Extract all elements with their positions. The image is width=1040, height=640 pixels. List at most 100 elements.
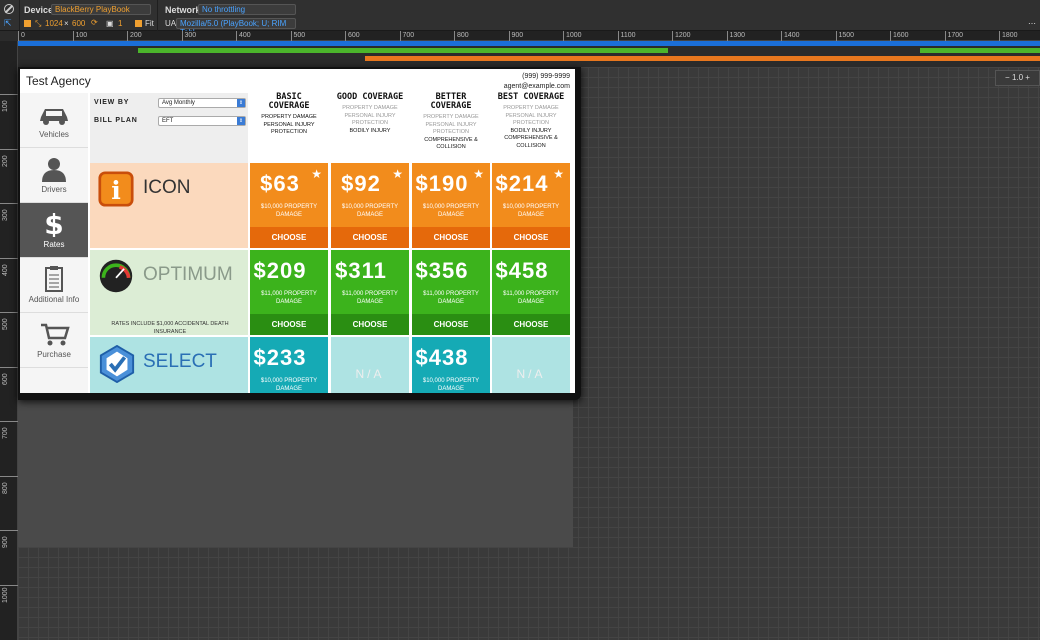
star-icon[interactable]: ★ — [311, 167, 322, 181]
nav-vehicles[interactable]: Vehicles — [20, 93, 88, 148]
plan-brand: i ICON — [98, 171, 248, 207]
star-icon[interactable]: ★ — [553, 167, 564, 181]
fit-label: Fit — [145, 19, 154, 28]
ruler-top-tick: 1800 — [999, 31, 1018, 41]
rate-cell[interactable]: $438$10,000 PROPERTY DAMAGECHOOSE — [412, 337, 490, 393]
rate-cell[interactable]: $214 ★ $10,000 PROPERTY DAMAGE CHOOSE — [492, 163, 570, 248]
rate-price: $458 — [495, 258, 549, 283]
ruler-top-tick: 200 — [127, 31, 142, 41]
device-label: Device — [24, 5, 54, 15]
plan-note: RATES INCLUDE $1,000 ACCIDENTAL DEATH IN… — [111, 321, 229, 335]
cart-icon — [41, 323, 70, 346]
plan-brand: OPTIMUM — [98, 258, 248, 293]
choose-button[interactable]: CHOOSE — [250, 227, 328, 248]
ruler-top-tick: 900 — [508, 31, 523, 41]
ruler-left-label: 700 — [2, 427, 9, 439]
star-icon[interactable]: ★ — [392, 167, 403, 181]
ruler-top-tick: 1000 — [563, 31, 582, 41]
ruler-top-tick: 300 — [181, 31, 196, 41]
ua-field[interactable]: Mozilla/5.0 (PlayBook; U; RIM Tabl… — [176, 18, 296, 37]
coverage-feature-included: PROTECTION — [270, 129, 308, 135]
ruler-top: 0 100 200 300 400 500 600 700 800 900 1000 1100 1200… — [18, 31, 1040, 41]
view-by-select[interactable]: Avg Monthly ⇕ — [158, 98, 246, 108]
resolution-checkbox[interactable] — [24, 20, 31, 27]
bill-plan-value: EFT — [162, 118, 174, 124]
choose-button[interactable]: CHOOSE — [492, 314, 570, 335]
rate-cell[interactable]: $63 ★ $10,000 PROPERTY DAMAGE CHOOSE — [250, 163, 328, 248]
coverage-title: GOOD COVERAGE — [336, 92, 404, 102]
rate-cell[interactable]: $233$10,000 PROPERTY DAMAGECHOOSE — [250, 337, 328, 393]
resize-icon: ⤡ — [35, 19, 42, 28]
height-value[interactable]: 600 — [72, 19, 85, 28]
ruler-top-tick: 700 — [399, 31, 414, 41]
coverage-title: BEST COVERAGE — [497, 92, 565, 102]
coverage-feature-included: COLLISION — [436, 144, 466, 150]
swap-dimensions-icon[interactable]: ⟳ — [91, 18, 98, 27]
dpr-value[interactable]: 1 — [118, 19, 122, 28]
rate-cell-unavailable: N/A — [331, 337, 409, 393]
ua-label: UA — [165, 19, 177, 28]
more-icon[interactable]: ⋯ — [1028, 19, 1036, 28]
mobile-toggle-icon[interactable]: ⇱ — [4, 18, 12, 29]
rate-price: $233 — [253, 345, 307, 370]
rate-price: $190 — [415, 171, 469, 196]
nav-purchase[interactable]: Purchase — [20, 313, 88, 368]
ruler-left-tick: 100 — [0, 94, 18, 148]
coverage-feature-included: PERSONAL INJURY — [263, 121, 315, 128]
rate-cell[interactable]: $458 $11,000 PROPERTY DAMAGE CHOOSE — [492, 250, 570, 335]
media-query-bar-min-width-b[interactable] — [920, 48, 1040, 53]
agency-phone[interactable]: (999) 999-9999 — [504, 72, 570, 82]
zoom-out-button[interactable]: − — [1005, 73, 1010, 82]
coverage-feature-excluded: PROTECTION — [351, 120, 389, 126]
plan-row-icon: i ICON — [90, 163, 248, 248]
rate-description: $10,000 PROPERTY DAMAGE — [341, 204, 399, 218]
fit-checkbox[interactable] — [135, 20, 142, 27]
not-available-label: N/A — [355, 367, 385, 381]
rate-cell[interactable]: $190 ★ $10,000 PROPERTY DAMAGE CHOOSE — [412, 163, 490, 248]
rate-price: $438 — [415, 345, 469, 370]
rate-description: $10,000 PROPERTY DAMAGE — [502, 204, 560, 218]
choose-button[interactable]: CHOOSE — [492, 227, 570, 248]
rate-cell[interactable]: $356 $11,000 PROPERTY DAMAGE CHOOSE — [412, 250, 490, 335]
coverage-feature-excluded: PROPERTY DAMAGE — [342, 105, 398, 111]
width-value[interactable]: 1024 — [45, 19, 63, 28]
ruler-top-tick: 1100 — [617, 31, 636, 41]
device-select[interactable]: BlackBerry PlayBook — [51, 4, 151, 15]
ruler-left-label: 400 — [2, 263, 9, 276]
nav-label: Rates — [43, 240, 65, 249]
choose-button[interactable]: CHOOSE — [250, 314, 328, 335]
choose-button[interactable]: CHOOSE — [412, 314, 490, 335]
ruler-left-tick: 500 — [0, 312, 18, 366]
select-arrow-icon: ⇕ — [237, 99, 245, 107]
coverage-title-line2: COVERAGE — [268, 101, 310, 111]
rate-cell[interactable]: $311 $11,000 PROPERTY DAMAGE CHOOSE — [331, 250, 409, 335]
choose-button[interactable]: CHOOSE — [331, 314, 409, 335]
rate-cell[interactable]: $209 $11,000 PROPERTY DAMAGE CHOOSE — [250, 250, 328, 335]
choose-button[interactable]: CHOOSE — [412, 227, 490, 248]
ruler-left-tick: 900 — [0, 530, 18, 584]
plan-row-optimum: OPTIMUM RATES INCLUDE $1,000 ACCIDENTAL D… — [90, 250, 248, 335]
ruler-top-tick: 400 — [236, 31, 251, 41]
network-select[interactable]: No throttling — [198, 4, 296, 15]
star-icon[interactable]: ★ — [473, 167, 484, 181]
zoom-control[interactable]: − 1.0 + — [995, 70, 1040, 86]
bill-plan-select[interactable]: EFT ⇕ — [158, 116, 246, 126]
disable-emulation-icon[interactable] — [4, 4, 14, 14]
nav-additional-info[interactable]: Additional Info — [20, 258, 88, 313]
coverage-column-header: BEST COVERAGE PROPERTY DAMAGE PERSONAL INJ… — [492, 93, 570, 163]
ruler-top-tick: 100 — [72, 31, 87, 41]
nav-drivers[interactable]: Drivers — [20, 148, 88, 203]
media-query-bar-min-width-a[interactable] — [138, 48, 668, 53]
choose-button[interactable]: CHOOSE — [331, 227, 409, 248]
media-query-bar-max-width[interactable] — [18, 41, 1040, 46]
agency-email[interactable]: agent@example.com — [504, 82, 570, 92]
zoom-in-button[interactable]: + — [1025, 73, 1030, 82]
rate-description: $11,000 PROPERTY DAMAGE — [503, 291, 559, 305]
nav-rates[interactable]: $ Rates — [20, 203, 88, 258]
plan-row-select: SELECT — [90, 337, 248, 393]
media-query-bar-range[interactable] — [365, 56, 1040, 61]
ruler-top-tick: 1600 — [890, 31, 909, 41]
ruler-top-tick: 0 — [18, 31, 25, 41]
rate-cell[interactable]: $92 ★ $10,000 PROPERTY DAMAGE CHOOSE — [331, 163, 409, 248]
bill-plan-label: BILL PLAN — [94, 117, 138, 124]
